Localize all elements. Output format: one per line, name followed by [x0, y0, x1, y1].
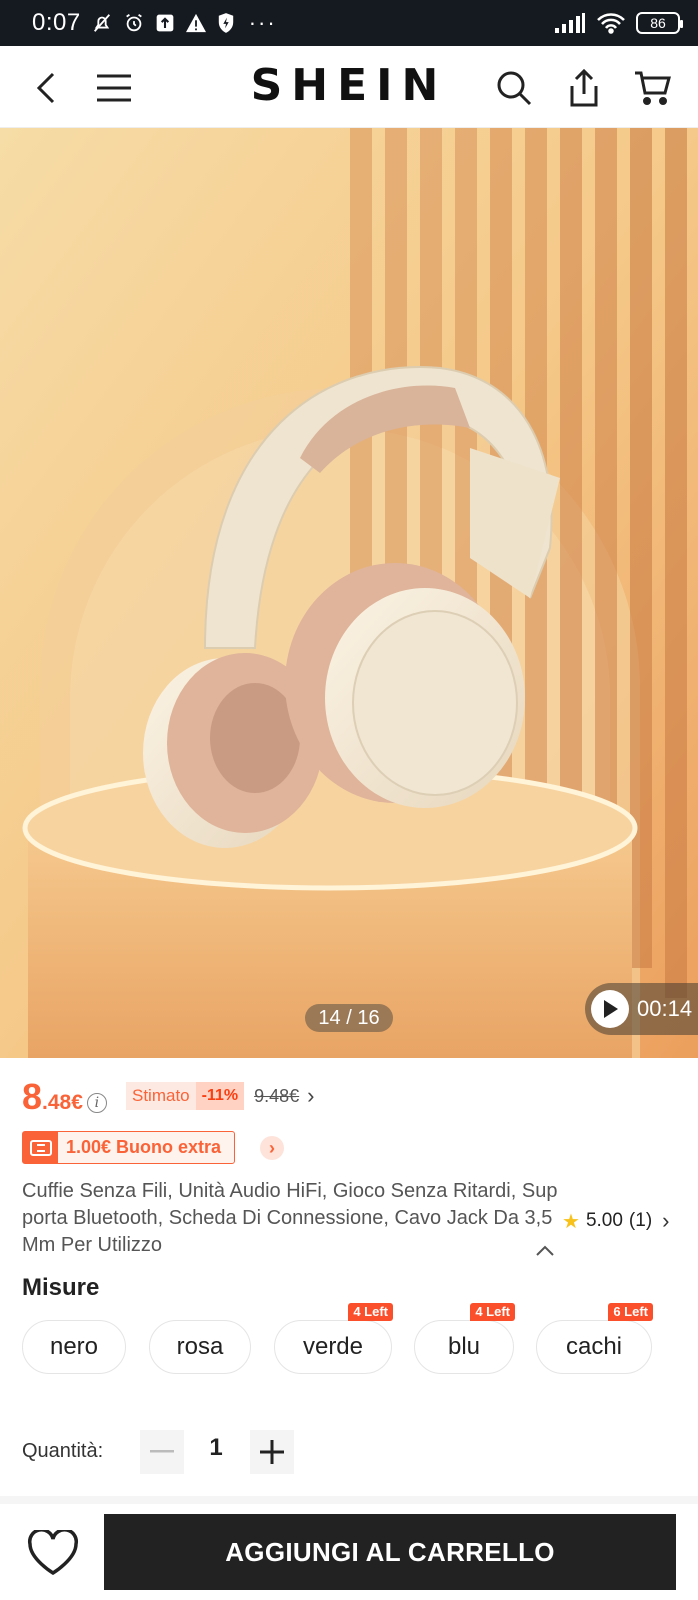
cart-icon [635, 71, 671, 105]
coupon-expand-button[interactable]: › [260, 1136, 284, 1160]
product-image-gallery[interactable] [0, 128, 698, 1058]
play-video-button[interactable]: 00:14 [585, 983, 698, 1035]
chevron-right-icon: › [662, 1208, 670, 1233]
heart-icon [27, 1530, 79, 1576]
stock-badge: 4 Left [348, 1303, 393, 1321]
stock-badge: 6 Left [608, 1303, 653, 1321]
info-icon[interactable]: i [86, 1093, 107, 1113]
chevron-right-icon: › [307, 1083, 315, 1108]
option-label: blu [447, 1333, 481, 1360]
quantity-value[interactable]: 1 [196, 1434, 236, 1462]
plus-icon [260, 1440, 284, 1464]
options-label: Misure [22, 1274, 100, 1301]
review-count: (1) [628, 1210, 653, 1231]
option-rosa[interactable]: rosa [149, 1320, 251, 1374]
cart-button[interactable] [628, 64, 676, 112]
wifi-icon [597, 13, 625, 34]
option-verde[interactable]: verde 4 Left [274, 1303, 393, 1374]
share-icon [570, 68, 598, 107]
wishlist-button[interactable] [24, 1526, 82, 1580]
signal-icon [555, 13, 585, 33]
star-icon: ★ [562, 1210, 580, 1233]
chevron-up-icon [536, 1245, 554, 1256]
video-duration: 00:14 [637, 996, 693, 1021]
search-icon [497, 71, 532, 106]
coupon-icon [23, 1132, 58, 1163]
option-label: cachi [565, 1333, 623, 1360]
option-blu[interactable]: blu 4 Left [414, 1303, 515, 1374]
rating-link[interactable]: ★ 5.00 (1) › [562, 1208, 669, 1234]
estimated-price-link[interactable]: Stimato -11% 9.48€ › [126, 1082, 314, 1110]
discount-badge: -11% [195, 1082, 245, 1110]
alarm-icon [125, 13, 142, 32]
bell-off-icon [93, 14, 110, 32]
price-integer: 8 [22, 1076, 43, 1117]
rating-value: 5.00 [585, 1210, 623, 1231]
option-label: nero [49, 1333, 99, 1360]
quantity-label: Quantità: [22, 1440, 104, 1462]
stock-badge: 4 Left [470, 1303, 515, 1321]
share-button[interactable] [560, 64, 608, 112]
product-title: Cuffie Senza Fili, Unità Audio HiFi, Gio… [22, 1180, 558, 1256]
upload-icon [156, 14, 174, 32]
quantity-decrease-button[interactable] [140, 1430, 184, 1474]
warning-icon [185, 13, 206, 33]
status-time: 0:07 [32, 9, 81, 36]
original-price: 9.48€ [254, 1085, 300, 1106]
image-counter: 14 / 16 [305, 1004, 393, 1032]
collapse-title-button[interactable] [535, 1244, 555, 1262]
battery-icon: 86 [636, 12, 683, 34]
option-nero[interactable]: nero [22, 1320, 126, 1374]
option-cachi[interactable]: cachi 6 Left [536, 1303, 653, 1374]
option-label: verde [302, 1333, 364, 1360]
price: 8 .48€ i [22, 1076, 107, 1120]
status-icons: ··· [91, 12, 277, 34]
minus-icon [150, 1450, 174, 1453]
price-decimal: .48€ [42, 1091, 83, 1114]
play-icon [591, 990, 629, 1028]
quantity-increase-button[interactable] [250, 1430, 294, 1474]
add-to-cart-button[interactable]: AGGIUNGI AL CARRELLO [104, 1514, 676, 1590]
footer-divider [0, 1496, 698, 1504]
shield-icon [218, 13, 233, 33]
product-image [0, 128, 698, 1058]
status-bar: 0:07 ··· 86 [0, 0, 698, 46]
estimate-label: Stimato [126, 1082, 196, 1110]
search-button[interactable] [490, 64, 538, 112]
top-nav: SHEIN [0, 46, 698, 128]
more-notifications-icon: ··· [248, 10, 277, 35]
battery-level: 86 [650, 15, 666, 31]
coupon-badge[interactable]: 1.00€ Buono extra [22, 1131, 235, 1164]
coupon-text: 1.00€ Buono extra [66, 1137, 222, 1157]
option-label: rosa [176, 1333, 224, 1360]
